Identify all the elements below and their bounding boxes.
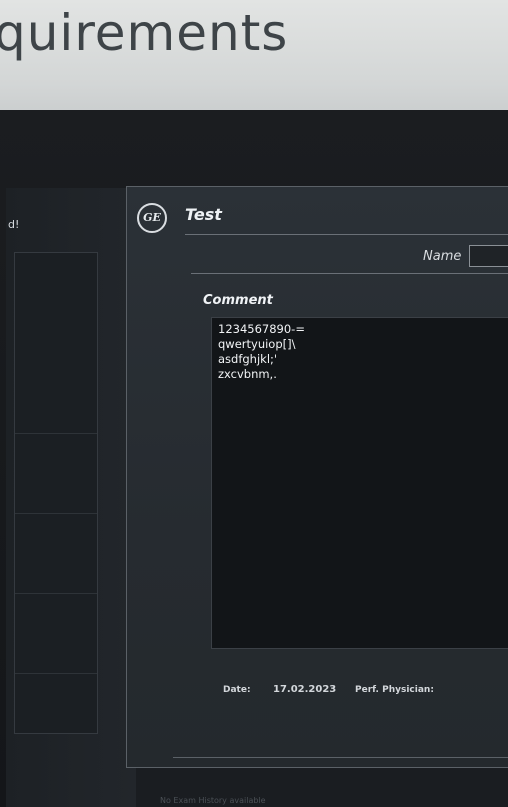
status-text: No Exam History available: [160, 796, 266, 805]
comment-textarea[interactable]: 1234567890-= qwertyuiop[]\ asdfghjkl;' z…: [211, 317, 508, 649]
comment-label: Comment: [203, 293, 273, 308]
ge-logo-icon: GE: [137, 203, 167, 233]
comment-line: asdfghjkl;': [218, 352, 278, 366]
background-label: d!: [8, 218, 20, 231]
date-label: Date:: [223, 685, 251, 695]
title-divider: [185, 234, 508, 235]
paper-sign: quirements: [0, 0, 508, 120]
physician-label: Perf. Physician:: [355, 685, 434, 695]
dialog-bottom-divider: [173, 757, 508, 758]
background-divider: [15, 673, 97, 674]
dialog-title: Test: [185, 205, 222, 224]
comment-line: zxcvbnm,.: [218, 367, 277, 381]
name-label: Name: [423, 249, 462, 264]
name-input[interactable]: [469, 245, 508, 267]
comment-line: qwertyuiop[]\: [218, 337, 296, 351]
comment-line: 1234567890-=: [218, 322, 305, 336]
background-divider: [15, 433, 97, 434]
background-divider: [15, 593, 97, 594]
date-value: 17.02.2023: [273, 684, 337, 695]
section-divider: [191, 273, 508, 274]
sign-text: quirements: [0, 4, 289, 62]
background-panel: d!: [6, 188, 136, 807]
test-dialog: GE Test Name Comment 1234567890-= qwerty…: [126, 186, 508, 768]
background-divider: [15, 513, 97, 514]
background-frame: [14, 252, 98, 734]
